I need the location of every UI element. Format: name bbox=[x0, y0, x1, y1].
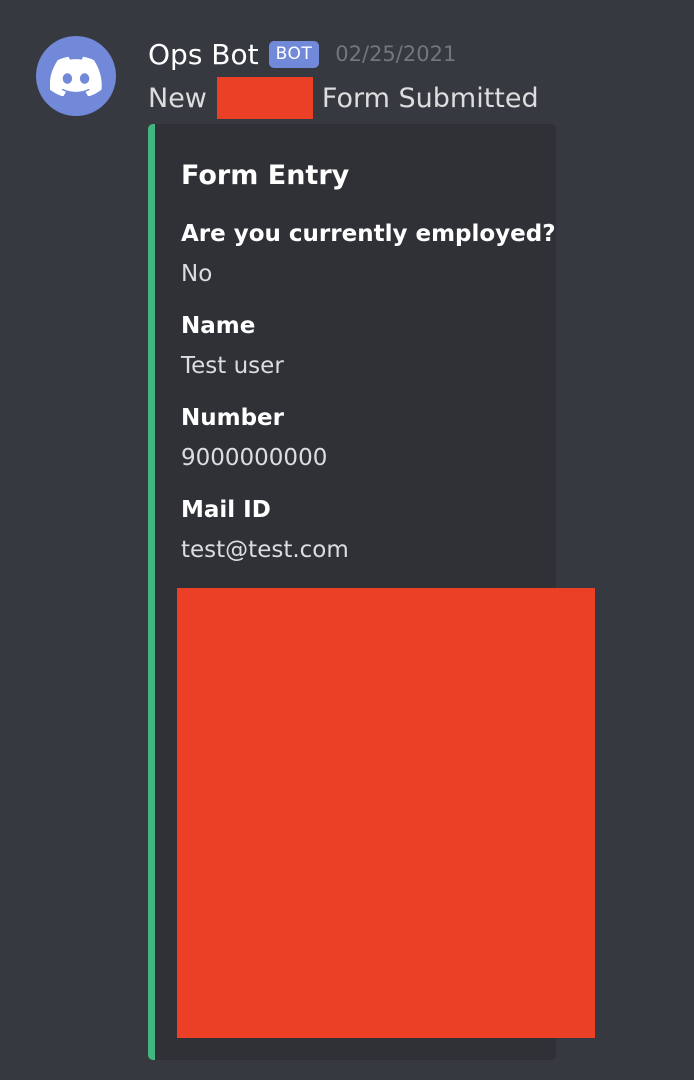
field-name: Number bbox=[181, 405, 284, 431]
redacted-text-block bbox=[216, 77, 313, 119]
message-content: New Form Submitted bbox=[148, 77, 539, 119]
embed-field-employed: Are you currently employed? No bbox=[181, 219, 556, 289]
embed-field-number: Number 9000000000 bbox=[181, 403, 327, 473]
field-name: Are you currently employed? bbox=[181, 221, 556, 247]
embed-field-mail: Mail ID test@test.com bbox=[181, 495, 349, 565]
field-name: Name bbox=[181, 313, 256, 339]
author-name[interactable]: Ops Bot bbox=[148, 38, 259, 71]
discord-logo-icon bbox=[50, 56, 102, 96]
message-header: Ops Bot BOT 02/25/2021 bbox=[148, 34, 456, 74]
redacted-image[interactable] bbox=[177, 588, 595, 1038]
field-value: No bbox=[181, 261, 213, 287]
field-value[interactable]: test@test.com bbox=[181, 535, 349, 565]
bot-badge: BOT bbox=[268, 40, 320, 68]
form-embed: Form Entry Are you currently employed? N… bbox=[148, 124, 595, 1060]
message-timestamp: 02/25/2021 bbox=[335, 42, 457, 66]
content-prefix: New bbox=[148, 82, 207, 114]
field-value: Test user bbox=[181, 353, 284, 379]
field-value: 9000000000 bbox=[181, 445, 328, 471]
field-name: Mail ID bbox=[181, 497, 271, 523]
content-suffix: Form Submitted bbox=[321, 82, 539, 114]
embed-field-name: Name Test user bbox=[181, 311, 284, 381]
chat-message: Ops Bot BOT 02/25/2021 New Form Submitte… bbox=[0, 0, 694, 1080]
embed-title: Form Entry bbox=[181, 160, 350, 191]
bot-avatar[interactable] bbox=[36, 36, 116, 116]
